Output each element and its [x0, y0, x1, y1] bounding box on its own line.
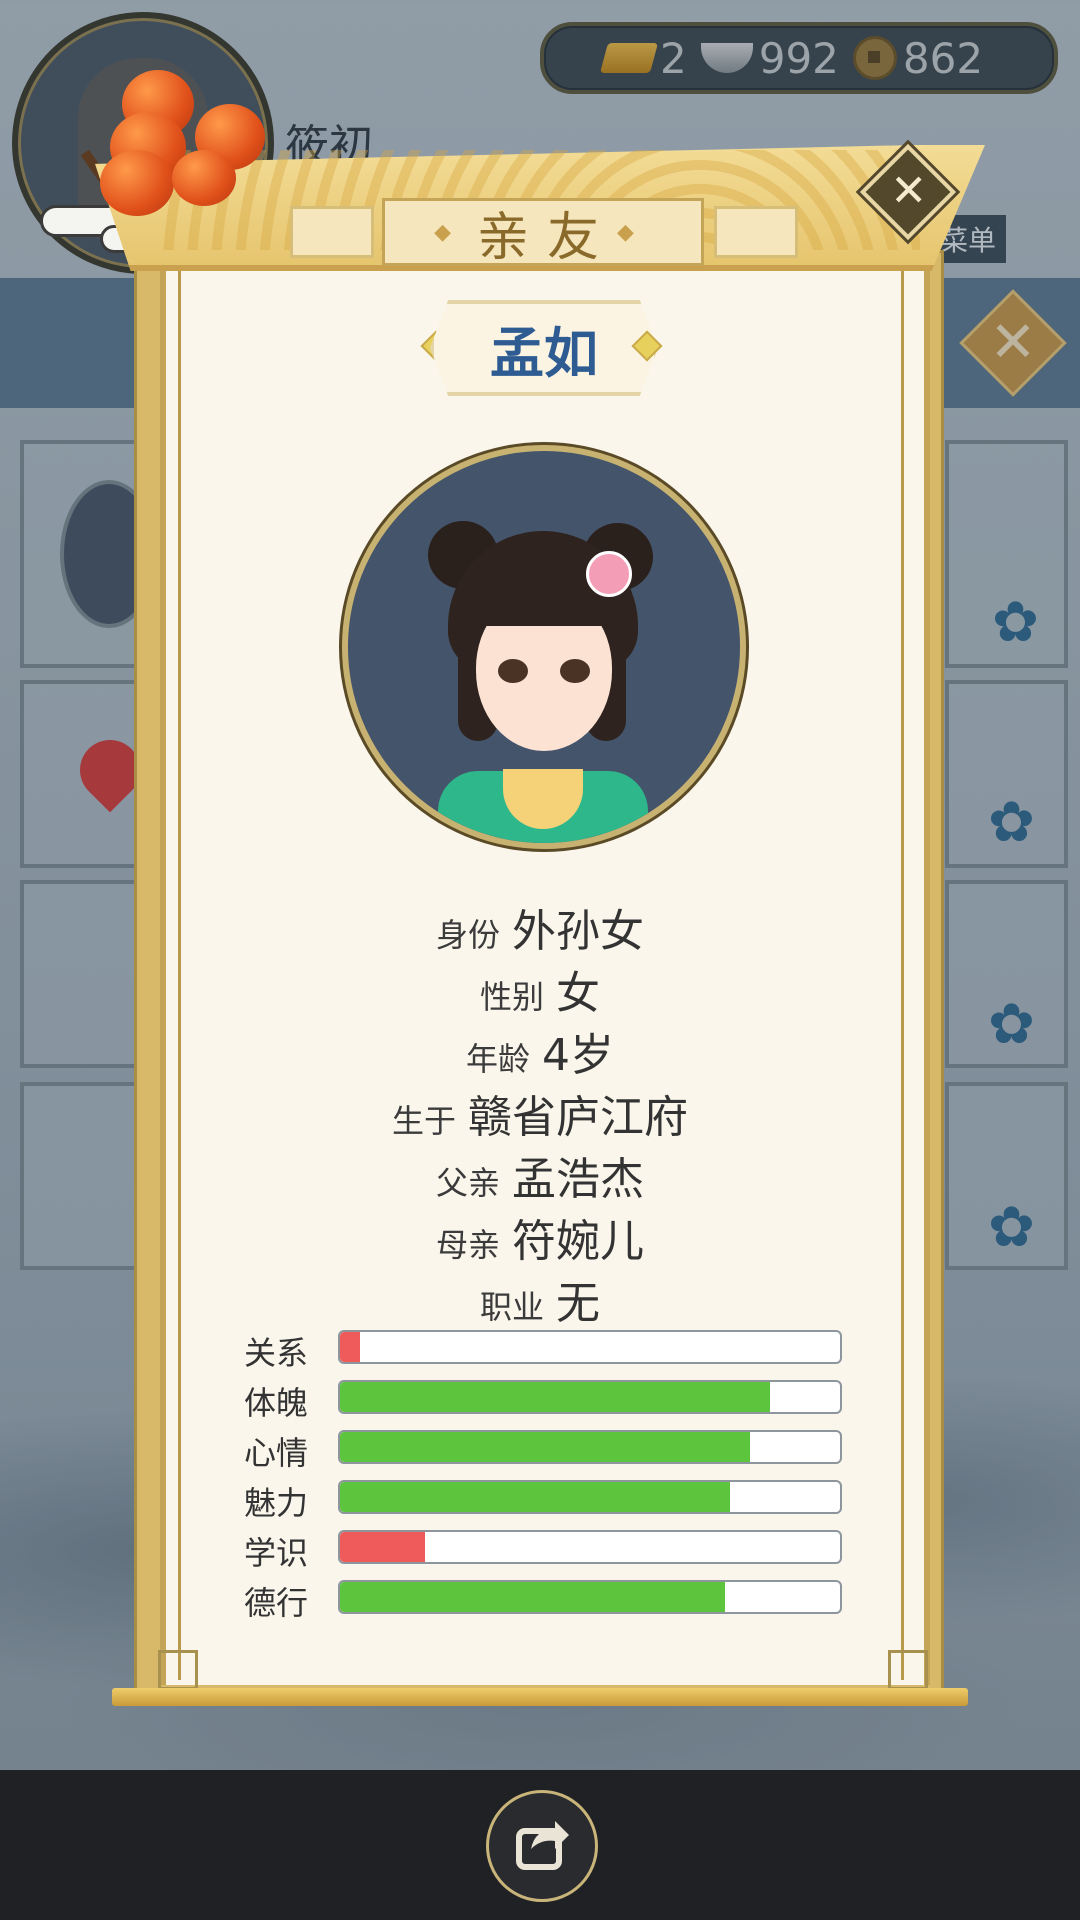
- persimmon: [100, 150, 174, 216]
- character-portrait: [342, 445, 746, 849]
- info-value: 赣省庐江府: [468, 1092, 688, 1143]
- title-side-panel: [714, 206, 798, 258]
- flower-hairpin: [586, 551, 632, 597]
- persimmon: [172, 150, 236, 206]
- stat-bar: [338, 1330, 842, 1364]
- corner-ornament: [158, 1650, 198, 1690]
- stat-bar-fill: [340, 1432, 750, 1462]
- info-age: 年龄 4岁: [0, 1019, 1080, 1083]
- info-value: 4岁: [542, 1030, 614, 1081]
- info-birthplace: 生于 赣省庐江府: [0, 1081, 1080, 1145]
- stat-label: 魅力: [244, 1484, 309, 1522]
- info-label: 母亲: [435, 1226, 500, 1264]
- stat-label: 德行: [244, 1584, 309, 1622]
- info-value: 无: [556, 1278, 600, 1329]
- stat-label: 体魄: [244, 1384, 309, 1422]
- corner-ornament: [888, 1650, 928, 1690]
- title-diamond-icon: ◆: [434, 219, 469, 245]
- stat-bar-fill: [340, 1332, 360, 1362]
- stat-charm: 魅力: [244, 1480, 844, 1522]
- info-label: 年龄: [465, 1040, 530, 1078]
- stat-knowledge: 学识: [244, 1530, 844, 1572]
- info-value: 外孙女: [512, 906, 644, 957]
- info-father: 父亲 孟浩杰: [0, 1143, 1080, 1207]
- info-label: 性别: [479, 978, 544, 1016]
- stat-bar: [338, 1380, 842, 1414]
- stat-bar-fill: [340, 1482, 730, 1512]
- info-label: 职业: [479, 1288, 544, 1326]
- title-side-panel: [290, 206, 374, 258]
- stat-bar: [338, 1430, 842, 1464]
- stat-bar-fill: [340, 1382, 770, 1412]
- info-value: 孟浩杰: [512, 1154, 644, 1205]
- info-label: 生于: [391, 1102, 456, 1140]
- info-value: 符婉儿: [512, 1216, 644, 1267]
- scroll-bottom-rod: [112, 1688, 968, 1706]
- stat-mood: 心情: [244, 1430, 844, 1472]
- stat-bar-fill: [340, 1532, 425, 1562]
- close-icon: ✕: [890, 165, 928, 217]
- info-value: 女: [556, 968, 600, 1019]
- eye: [560, 659, 590, 683]
- info-mother: 母亲 符婉儿: [0, 1205, 1080, 1269]
- info-gender: 性别女: [0, 957, 1080, 1021]
- modal-title: ◆ 亲友 ◆: [382, 198, 704, 268]
- eye: [498, 659, 528, 683]
- info-occupation: 职业无: [0, 1267, 1080, 1331]
- stat-label: 心情: [244, 1434, 309, 1472]
- stat-physique: 体魄: [244, 1380, 844, 1422]
- title-diamond-icon: ◆: [617, 219, 652, 245]
- stat-virtue: 德行: [244, 1580, 844, 1622]
- info-label: 身份: [435, 916, 500, 954]
- stat-label: 关系: [244, 1334, 309, 1372]
- stat-label: 学识: [244, 1534, 309, 1572]
- share-button[interactable]: [486, 1790, 598, 1902]
- stat-bar: [338, 1480, 842, 1514]
- share-icon: [516, 1821, 569, 1870]
- modal-title-text: 亲友: [476, 207, 617, 268]
- character-name: 孟如: [430, 300, 658, 396]
- stat-relationship: 关系: [244, 1330, 844, 1372]
- info-identity: 身份 外孙女: [0, 895, 1080, 959]
- stat-bar-fill: [340, 1582, 725, 1612]
- info-label: 父亲: [435, 1164, 500, 1202]
- stat-bar: [338, 1530, 842, 1564]
- stat-bar: [338, 1580, 842, 1614]
